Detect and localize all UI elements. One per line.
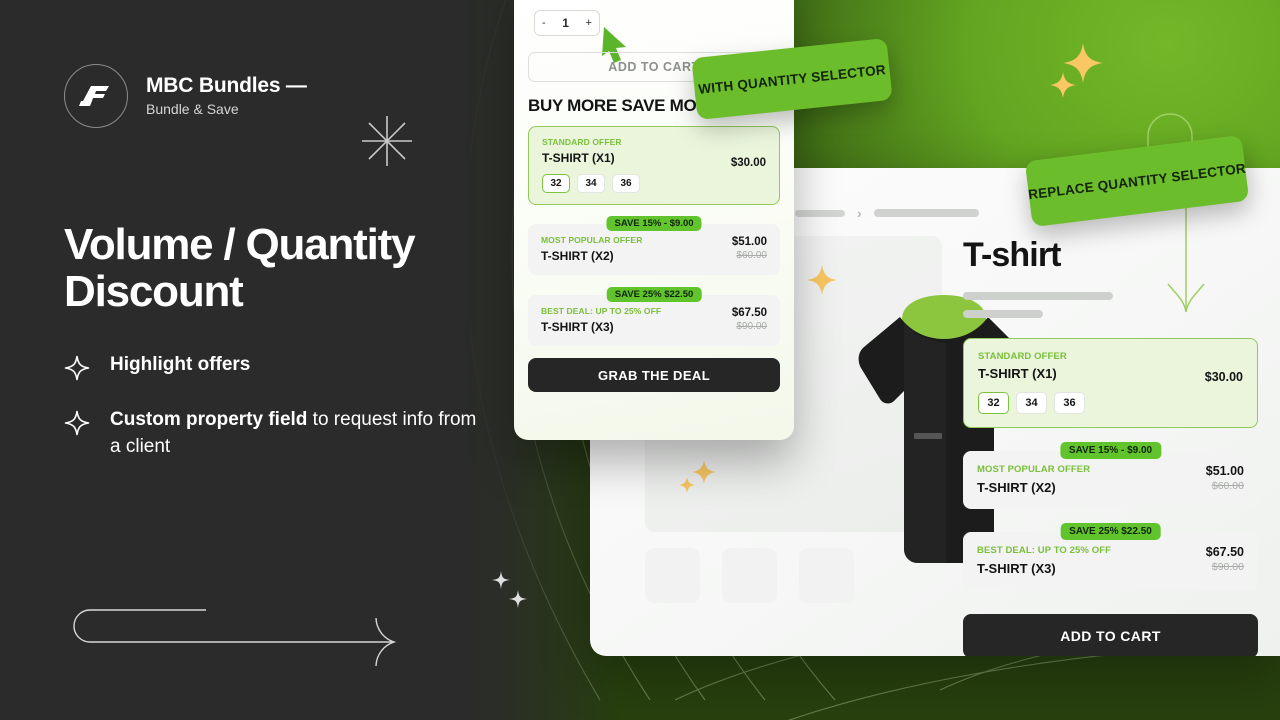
- offer-eyebrow: STANDARD OFFER: [542, 137, 622, 147]
- breadcrumb[interactable]: ›: [795, 206, 979, 220]
- offer-card-popular[interactable]: SAVE 15% - $9.00 MOST POPULAR OFFER T-SH…: [963, 442, 1258, 509]
- grab-the-deal-button[interactable]: GRAB THE DEAL: [528, 358, 780, 392]
- sparkle-icon: [64, 355, 90, 381]
- mini-sparkle-icons: [492, 571, 527, 608]
- offer-original-price: $90.00: [736, 321, 767, 332]
- quantity-value: 1: [562, 16, 569, 30]
- savings-badge: SAVE 15% - $9.00: [606, 216, 702, 231]
- offer-name: T-SHIRT (X2): [977, 480, 1056, 495]
- brand-tagline: Bundle & Save: [146, 100, 239, 117]
- sparkle-star-icon: [807, 265, 837, 295]
- offer-name: T-SHIRT (X2): [541, 249, 614, 263]
- brand-logo-circle: [64, 64, 128, 128]
- list-item: Custom property field to request info fr…: [64, 407, 484, 461]
- offer-price: $51.00: [731, 236, 767, 248]
- offer-eyebrow: STANDARD OFFER: [978, 351, 1067, 362]
- offer-eyebrow: BEST DEAL: UP TO 25% OFF: [977, 545, 1112, 556]
- offer-price: $67.50: [731, 307, 767, 319]
- breadcrumb-skeleton-1: [795, 209, 845, 217]
- size-selector[interactable]: 32 34 36: [978, 392, 1243, 414]
- page-title: Volume / Quantity Discount: [64, 220, 464, 316]
- size-option-34[interactable]: 34: [1016, 392, 1047, 414]
- size-selector[interactable]: 32 34 36: [542, 174, 766, 193]
- brand-name: MBC Bundles —: [146, 74, 307, 98]
- offer-name: T-SHIRT (X1): [978, 366, 1057, 381]
- offer-eyebrow: MOST POPULAR OFFER: [977, 464, 1091, 475]
- quantity-stepper[interactable]: - 1 +: [534, 10, 600, 36]
- poster-canvas: MBC Bundles — Bundle & Save Volume / Qua…: [0, 0, 1280, 720]
- starburst-icon: [362, 116, 412, 166]
- offer-original-price: $60.00: [1211, 480, 1244, 492]
- thumbnail-3[interactable]: [799, 548, 854, 603]
- bundle-section-title: BUY MORE SAVE MORE: [528, 96, 720, 115]
- offer-price: $30.00: [730, 157, 766, 169]
- brand-text: MBC Bundles — Bundle & Save: [146, 74, 307, 118]
- offer-card-popular[interactable]: SAVE 15% - $9.00 MOST POPULAR OFFER T-SH…: [528, 216, 780, 275]
- offer-price: $67.50: [1205, 545, 1244, 559]
- product-desc-skeleton-1: [963, 292, 1113, 300]
- savings-badge: SAVE 25% $22.50: [606, 287, 702, 302]
- headline-line-1: Volume / Quantity: [64, 220, 416, 269]
- list-item: Highlight offers: [64, 352, 484, 381]
- thumbnail-1[interactable]: [645, 548, 700, 603]
- quantity-increment-button[interactable]: +: [586, 17, 592, 29]
- feature-bullet-list: Highlight offers Custom property field t…: [64, 352, 484, 487]
- headline-line-2: Discount: [64, 266, 244, 316]
- sparkle-star-small-icon: [1050, 72, 1076, 98]
- offer-name: T-SHIRT (X3): [977, 561, 1056, 576]
- size-option-32[interactable]: 32: [978, 392, 1009, 414]
- offer-name: T-SHIRT (X3): [541, 320, 614, 334]
- offer-original-price: $60.00: [736, 250, 767, 261]
- offer-card-standard[interactable]: STANDARD OFFER T-SHIRT (X1) $30.00 32 34…: [963, 338, 1258, 428]
- offer-card-standard[interactable]: STANDARD OFFER T-SHIRT (X1) $30.00 32 34…: [528, 126, 780, 205]
- offer-price: $51.00: [1205, 464, 1244, 478]
- offer-card-best-deal[interactable]: SAVE 25% $22.50 BEST DEAL: UP TO 25% OFF…: [528, 287, 780, 346]
- bullet-2-bold: Custom property field: [110, 409, 308, 430]
- size-option-32[interactable]: 32: [542, 174, 570, 193]
- savings-badge: SAVE 15% - $9.00: [1059, 442, 1162, 459]
- brand-lockup: MBC Bundles — Bundle & Save: [64, 64, 307, 128]
- offer-card-best-deal[interactable]: SAVE 25% $22.50 BEST DEAL: UP TO 25% OFF…: [963, 523, 1258, 590]
- bullet-1-bold: Highlight offers: [110, 354, 251, 375]
- sparkle-star-small-icon: [679, 477, 695, 493]
- chevron-right-icon: ›: [857, 205, 862, 221]
- offer-original-price: $90.00: [1211, 561, 1244, 573]
- add-to-cart-button[interactable]: ADD TO CART: [963, 614, 1258, 656]
- breadcrumb-skeleton-2: [873, 209, 979, 217]
- product-desc-skeleton-2: [963, 310, 1043, 318]
- mbc-monogram-icon: [79, 86, 109, 106]
- sparkle-icon: [64, 410, 90, 436]
- list-item-text: Highlight offers: [110, 352, 250, 379]
- u-turn-arrow-decoration: [73, 609, 397, 667]
- list-item-text: Custom property field to request info fr…: [110, 407, 484, 461]
- size-option-36[interactable]: 36: [612, 174, 640, 193]
- quantity-decrement-button[interactable]: -: [542, 17, 546, 29]
- thumbnail-2[interactable]: [722, 548, 777, 603]
- size-option-36[interactable]: 36: [1054, 392, 1085, 414]
- size-option-34[interactable]: 34: [577, 174, 605, 193]
- thumbnail-strip[interactable]: [645, 548, 854, 603]
- offer-price: $30.00: [1204, 370, 1243, 384]
- savings-badge: SAVE 25% $22.50: [1060, 523, 1161, 540]
